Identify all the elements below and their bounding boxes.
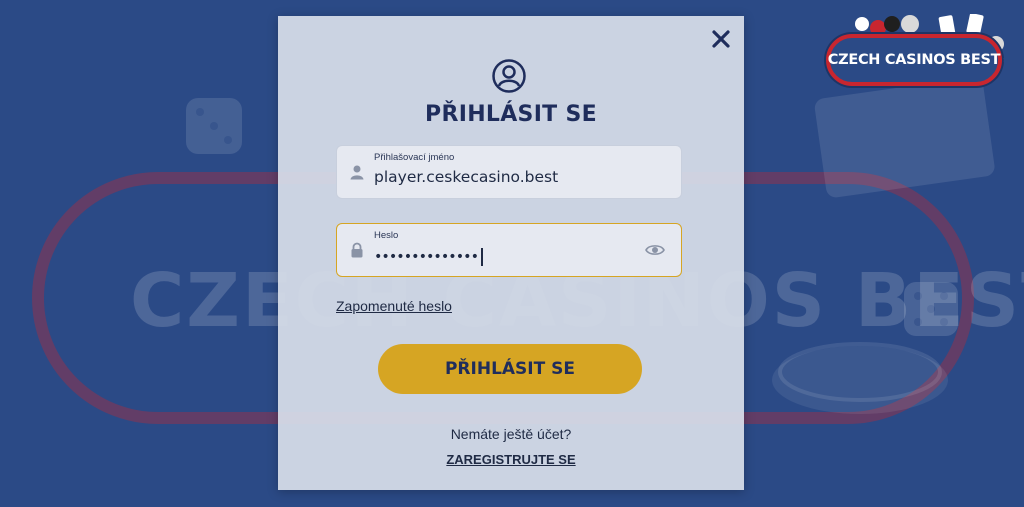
eye-icon[interactable] bbox=[645, 242, 665, 258]
brand-logo[interactable]: CZECH CASINOS BEST bbox=[818, 14, 1012, 88]
no-account-text: Nemáte ještě účet? bbox=[450, 426, 572, 442]
register-link[interactable]: ZAREGISTRUJTE SE bbox=[278, 452, 744, 467]
password-field[interactable]: Heslo •••••••••••••• bbox=[336, 223, 682, 277]
password-dots: •••••••••••••• bbox=[374, 249, 479, 265]
brand-logo-text: CZECH CASINOS BEST bbox=[827, 52, 1001, 68]
lock-icon bbox=[351, 242, 363, 258]
login-modal: PŘIHLÁSIT SE Přihlašovací jméno player.c… bbox=[278, 16, 744, 490]
person-icon bbox=[350, 165, 364, 180]
password-value: •••••••••••••• bbox=[374, 248, 483, 266]
login-submit-button[interactable]: PŘIHLÁSIT SE bbox=[378, 344, 642, 394]
close-button[interactable] bbox=[710, 28, 732, 50]
username-field[interactable]: Přihlašovací jméno player.ceskecasino.be… bbox=[336, 145, 682, 199]
text-caret bbox=[481, 248, 483, 266]
close-icon bbox=[712, 30, 730, 48]
username-label: Přihlašovací jméno bbox=[374, 152, 455, 163]
password-label: Heslo bbox=[374, 230, 399, 241]
user-circle-icon bbox=[492, 59, 526, 93]
forgot-password-link[interactable]: Zapomenuté heslo bbox=[336, 298, 452, 314]
cards-decoration bbox=[814, 77, 995, 198]
username-value: player.ceskecasino.best bbox=[374, 168, 559, 186]
modal-title: PŘIHLÁSIT SE bbox=[425, 102, 597, 127]
